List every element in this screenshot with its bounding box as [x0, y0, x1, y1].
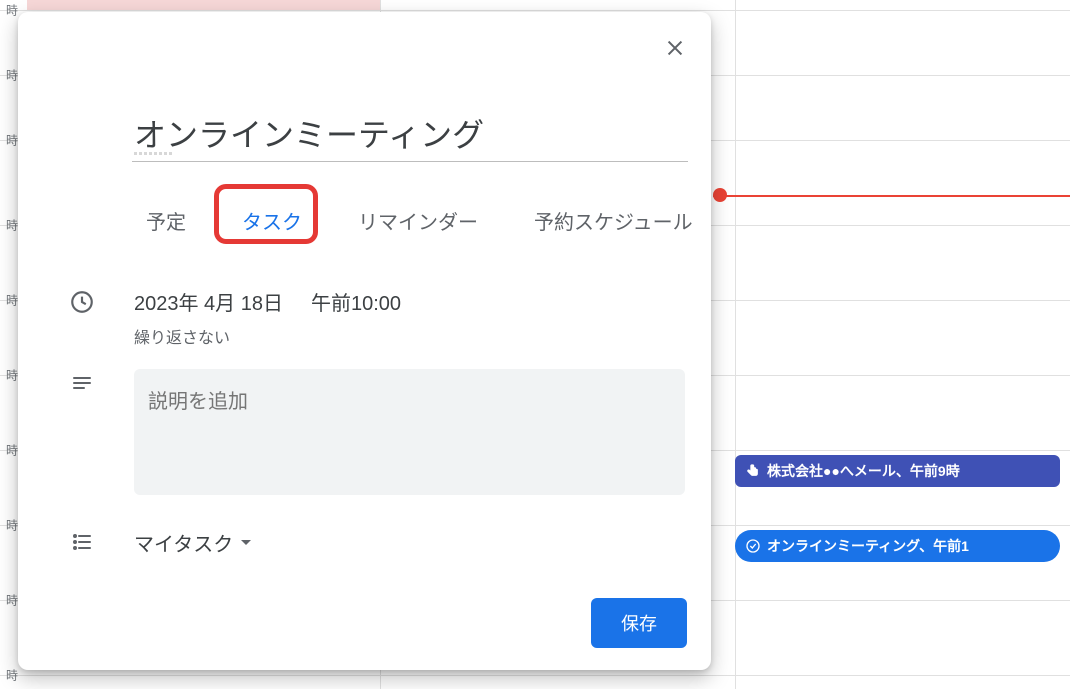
- notes-icon: [70, 371, 94, 395]
- hour-label: 時: [0, 517, 18, 534]
- save-button[interactable]: 保存: [591, 598, 687, 648]
- tab-reminder[interactable]: リマインダー: [348, 200, 488, 241]
- close-icon: [664, 37, 686, 59]
- task-date-text: 2023年 4月 18日: [134, 287, 283, 316]
- clock-icon: [69, 289, 95, 315]
- now-indicator-dot: [713, 188, 727, 202]
- close-button[interactable]: [661, 34, 689, 62]
- tasklist-select[interactable]: マイタスク: [134, 528, 685, 557]
- datetime-row[interactable]: 2023年 4月 18日 午前10:00 繰り返さない: [62, 287, 685, 348]
- now-indicator-line: [713, 195, 1070, 197]
- hour-label: 時: [0, 667, 18, 684]
- description-row: 説明を追加: [62, 369, 685, 495]
- hour-label: 時: [0, 2, 18, 19]
- grid-hour-line: [0, 10, 1070, 11]
- list-icon: [70, 530, 94, 554]
- hand-point-icon: [745, 463, 761, 479]
- tab-event[interactable]: 予定: [136, 200, 196, 241]
- calendar-chip-label: オンラインミーティング、午前1: [767, 536, 969, 556]
- task-time-text: 午前10:00: [311, 287, 401, 316]
- calendar-chip-task[interactable]: オンラインミーティング、午前1: [735, 530, 1060, 562]
- tab-appointment[interactable]: 予約スケジュール: [524, 200, 703, 241]
- hour-label: 時: [0, 292, 18, 309]
- past-block: [27, 0, 380, 10]
- hour-label: 時: [0, 442, 18, 459]
- hour-label: 時: [0, 367, 18, 384]
- calendar-chip-label: 株式会社●●へメール、午前9時: [767, 461, 960, 481]
- task-create-modal: 予定 タスク リマインダー 予約スケジュール 2023年 4月 18日 午前10…: [18, 12, 711, 670]
- description-input[interactable]: 説明を追加: [134, 369, 685, 495]
- spellcheck-squiggle: [134, 152, 174, 155]
- grid-column-line: [735, 0, 736, 689]
- task-title-input[interactable]: [132, 108, 688, 162]
- hour-label: 時: [0, 592, 18, 609]
- tasklist-row[interactable]: マイタスク: [62, 528, 685, 557]
- task-repeat-text: 繰り返さない: [134, 324, 685, 348]
- tasklist-label: マイタスク: [134, 528, 233, 557]
- hour-label: 時: [0, 217, 18, 234]
- chevron-down-icon: [241, 540, 251, 550]
- hour-label: 時: [0, 67, 18, 84]
- hour-label: 時: [0, 132, 18, 149]
- tab-task[interactable]: タスク: [232, 200, 312, 241]
- grid-hour-line: [0, 675, 1070, 676]
- calendar-chip-reminder[interactable]: 株式会社●●へメール、午前9時: [735, 455, 1060, 487]
- check-circle-icon: [745, 538, 761, 554]
- type-tab-row: 予定 タスク リマインダー 予約スケジュール: [136, 200, 703, 241]
